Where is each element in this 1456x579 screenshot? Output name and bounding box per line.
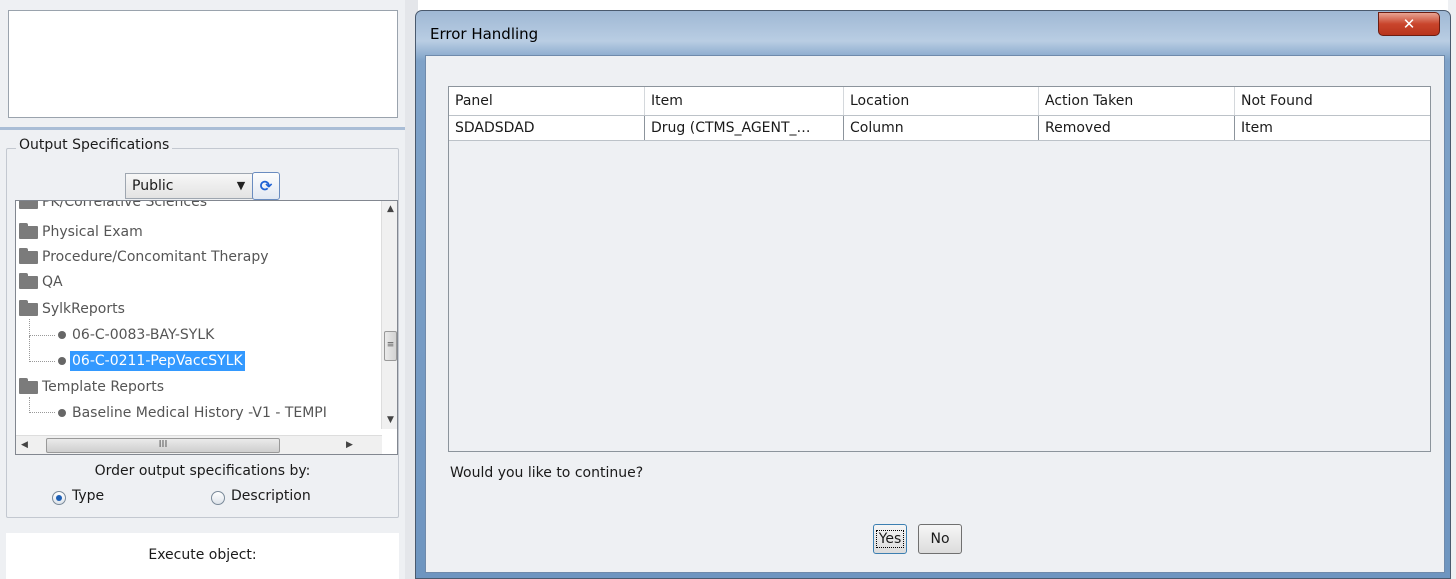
table-cell: Column [844,116,1039,140]
close-icon: ✕ [1402,15,1416,33]
scroll-down-icon[interactable]: ▼ [382,412,397,429]
scroll-thumb[interactable]: ≡ [384,331,397,361]
tree-leaf-item[interactable]: Baseline Medical History -V1 - TEMPI [16,403,381,423]
report-icon [58,409,66,417]
column-header[interactable]: Item [645,87,844,115]
report-icon [58,357,66,365]
table-cell: Item [1241,120,1273,136]
table-header: Panel Item Location Action Taken Not Fou… [449,87,1430,115]
dialog-title: Error Handling [430,25,539,43]
scroll-right-icon[interactable]: ▶ [341,436,358,454]
close-button[interactable]: ✕ [1378,12,1440,36]
scroll-left-icon[interactable]: ◀ [16,436,33,454]
error-handling-dialog: Error Handling ✕ Panel Item Location Act… [415,10,1451,579]
table-cell: Drug (CTMS_AGENT_… [645,116,844,140]
yes-button[interactable]: Yes [873,524,907,554]
folder-icon [19,273,38,289]
no-button-label: No [930,531,950,547]
order-description-label[interactable]: Description [231,488,311,504]
execute-area: Execute object: [6,533,399,579]
order-by-label: Order output specifications by: [94,463,311,479]
dialog-client-area: Panel Item Location Action Taken Not Fou… [425,55,1445,573]
left-panel: Output Specifications Public ▼ ⟳ PK/Corr… [0,0,405,579]
output-spec-tree[interactable]: PK/Correlative Sciences Physical Exam Pr… [15,200,398,455]
tree-leaf-item-selected[interactable]: 06-C-0211-PepVaccSYLK [16,351,376,371]
refresh-icon: ⟳ [259,177,273,195]
chevron-down-icon[interactable]: ▼ [232,173,250,199]
yes-button-label: Yes [875,530,905,548]
tree-folder-item[interactable]: Physical Exam [16,222,376,242]
tree-folder-item[interactable]: Procedure/Concomitant Therapy [16,247,376,267]
refresh-button[interactable]: ⟳ [252,172,280,200]
tree-folder-item[interactable]: QA [16,272,376,292]
tree-folder-item[interactable]: SylkReports [16,299,376,319]
tree-folder-item[interactable]: PK/Correlative Sciences [16,201,376,212]
folder-open-icon [19,300,38,316]
folder-icon [19,201,38,209]
no-button[interactable]: No [918,524,962,554]
tree-leaf-item[interactable]: 06-C-0083-BAY-SYLK [16,325,376,345]
tree-horizontal-scrollbar[interactable]: ◀ III ▶ [16,435,382,454]
folder-open-icon [19,378,38,394]
order-type-radio[interactable] [52,491,66,505]
tree-vertical-scrollbar[interactable]: ▲ ≡ ▼ [381,201,397,429]
continue-question: Would you like to continue? [450,465,644,481]
table-cell: SDADSDAD [449,116,645,140]
column-header[interactable]: Not Found [1235,87,1430,115]
column-header[interactable]: Location [844,87,1039,115]
error-table: Panel Item Location Action Taken Not Fou… [448,86,1431,452]
report-icon [58,331,66,339]
scroll-thumb[interactable]: III [46,438,280,453]
column-header[interactable]: Action Taken [1039,87,1235,115]
order-type-label[interactable]: Type [72,488,104,504]
folder-icon [19,248,38,264]
order-description-radio[interactable] [211,491,225,505]
column-header[interactable]: Panel [449,87,645,115]
tree-folder-item[interactable]: Template Reports [16,377,376,397]
execute-object-label: Execute object: [148,547,257,563]
scroll-up-icon[interactable]: ▲ [382,201,397,218]
table-cell: Removed [1039,116,1235,140]
table-row[interactable]: SDADSDAD Drug (CTMS_AGENT_… Column Remov… [449,115,1430,141]
output-specifications-title: Output Specifications [16,137,173,153]
top-list-box [8,10,398,118]
folder-icon [19,223,38,239]
panel-splitter[interactable] [0,127,405,130]
